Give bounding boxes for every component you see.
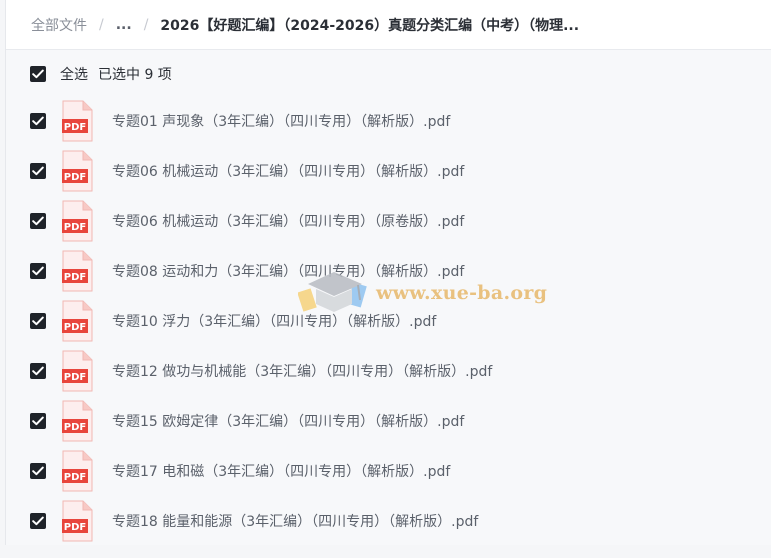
file-checkbox[interactable] <box>30 113 46 129</box>
file-name[interactable]: 专题10 浮力（3年汇编）（四川专用）（解析版）.pdf <box>112 311 436 331</box>
selected-count: 已选中 9 项 <box>98 67 172 83</box>
select-all-row[interactable]: 全选 已选中 9 项 <box>30 64 172 84</box>
pdf-badge-text: PDF <box>64 272 86 283</box>
file-name[interactable]: 专题01 声现象（3年汇编）（四川专用）（解析版）.pdf <box>112 111 450 131</box>
file-name[interactable]: 专题12 做功与机械能（3年汇编）（四川专用）（解析版）.pdf <box>112 361 492 381</box>
pdf-badge-text: PDF <box>64 122 86 133</box>
file-list: PDF 专题01 声现象（3年汇编）（四川专用）（解析版）.pdf PDF 专题06 … <box>6 96 771 546</box>
checkmark-icon <box>32 216 44 226</box>
checkmark-icon <box>32 69 44 79</box>
pdf-icon: PDF <box>61 100 93 142</box>
breadcrumb-root[interactable]: 全部文件 <box>31 15 87 35</box>
file-row[interactable]: PDF 专题18 能量和能源（3年汇编）（四川专用）（解析版）.pdf <box>6 496 771 546</box>
checkmark-icon <box>32 466 44 476</box>
pdf-icon: PDF <box>61 200 93 242</box>
breadcrumb-separator: / <box>99 16 104 33</box>
select-all-label[interactable]: 全选 <box>60 64 88 84</box>
pdf-icon: PDF <box>61 400 93 442</box>
pdf-badge-text: PDF <box>64 472 86 483</box>
breadcrumb-current: 2026【好题汇编】（2024-2026）真题分类汇编（中考）（物理... <box>160 17 580 34</box>
file-checkbox[interactable] <box>30 213 46 229</box>
file-name[interactable]: 专题06 机械运动（3年汇编）（四川专用）（解析版）.pdf <box>112 161 464 181</box>
file-checkbox[interactable] <box>30 313 46 329</box>
file-name[interactable]: 专题08 运动和力（3年汇编）（四川专用）（解析版）.pdf <box>112 261 464 281</box>
checkmark-icon <box>32 366 44 376</box>
breadcrumb-ellipsis[interactable]: ... <box>116 17 132 33</box>
pdf-badge-text: PDF <box>64 322 86 333</box>
file-checkbox[interactable] <box>30 413 46 429</box>
file-name[interactable]: 专题06 机械运动（3年汇编）（四川专用）（原卷版）.pdf <box>112 211 464 231</box>
pdf-icon: PDF <box>61 350 93 392</box>
file-row[interactable]: PDF 专题15 欧姆定律（3年汇编）（四川专用）（解析版）.pdf <box>6 396 771 446</box>
pdf-icon: PDF <box>61 250 93 292</box>
file-panel: 全部文件 / ... / 2026【好题汇编】（2024-2026）真题分类汇编… <box>5 0 771 545</box>
checkmark-icon <box>32 316 44 326</box>
breadcrumb: 全部文件 / ... / 2026【好题汇编】（2024-2026）真题分类汇编… <box>6 0 771 50</box>
checkmark-icon <box>32 116 44 126</box>
pdf-icon: PDF <box>61 150 93 192</box>
file-checkbox[interactable] <box>30 363 46 379</box>
select-all-checkbox[interactable] <box>30 66 46 82</box>
pdf-icon: PDF <box>61 450 93 492</box>
file-row[interactable]: PDF 专题06 机械运动（3年汇编）（四川专用）（解析版）.pdf <box>6 146 771 196</box>
file-checkbox[interactable] <box>30 513 46 529</box>
pdf-badge-text: PDF <box>64 372 86 383</box>
breadcrumb-separator: / <box>143 16 149 33</box>
pdf-badge-text: PDF <box>64 422 86 433</box>
file-row[interactable]: PDF 专题01 声现象（3年汇编）（四川专用）（解析版）.pdf <box>6 96 771 146</box>
file-checkbox[interactable] <box>30 263 46 279</box>
file-row[interactable]: PDF 专题12 做功与机械能（3年汇编）（四川专用）（解析版）.pdf <box>6 346 771 396</box>
file-row[interactable]: PDF 专题17 电和磁（3年汇编）（四川专用）（解析版）.pdf <box>6 446 771 496</box>
file-row[interactable]: PDF 专题08 运动和力（3年汇编）（四川专用）（解析版）.pdf <box>6 246 771 296</box>
pdf-icon: PDF <box>61 500 93 542</box>
pdf-badge-text: PDF <box>64 522 86 533</box>
checkmark-icon <box>32 166 44 176</box>
file-name[interactable]: 专题15 欧姆定律（3年汇编）（四川专用）（解析版）.pdf <box>112 411 464 431</box>
file-checkbox[interactable] <box>30 163 46 179</box>
pdf-badge-text: PDF <box>64 222 86 233</box>
pdf-badge-text: PDF <box>64 172 86 183</box>
file-row[interactable]: PDF 专题10 浮力（3年汇编）（四川专用）（解析版）.pdf <box>6 296 771 346</box>
file-row[interactable]: PDF 专题06 机械运动（3年汇编）（四川专用）（原卷版）.pdf <box>6 196 771 246</box>
file-checkbox[interactable] <box>30 463 46 479</box>
checkmark-icon <box>32 416 44 426</box>
checkmark-icon <box>32 516 44 526</box>
file-name[interactable]: 专题17 电和磁（3年汇编）（四川专用）（解析版）.pdf <box>112 461 450 481</box>
checkmark-icon <box>32 266 44 276</box>
file-name[interactable]: 专题18 能量和能源（3年汇编）（四川专用）（解析版）.pdf <box>112 511 478 531</box>
pdf-icon: PDF <box>61 300 93 342</box>
